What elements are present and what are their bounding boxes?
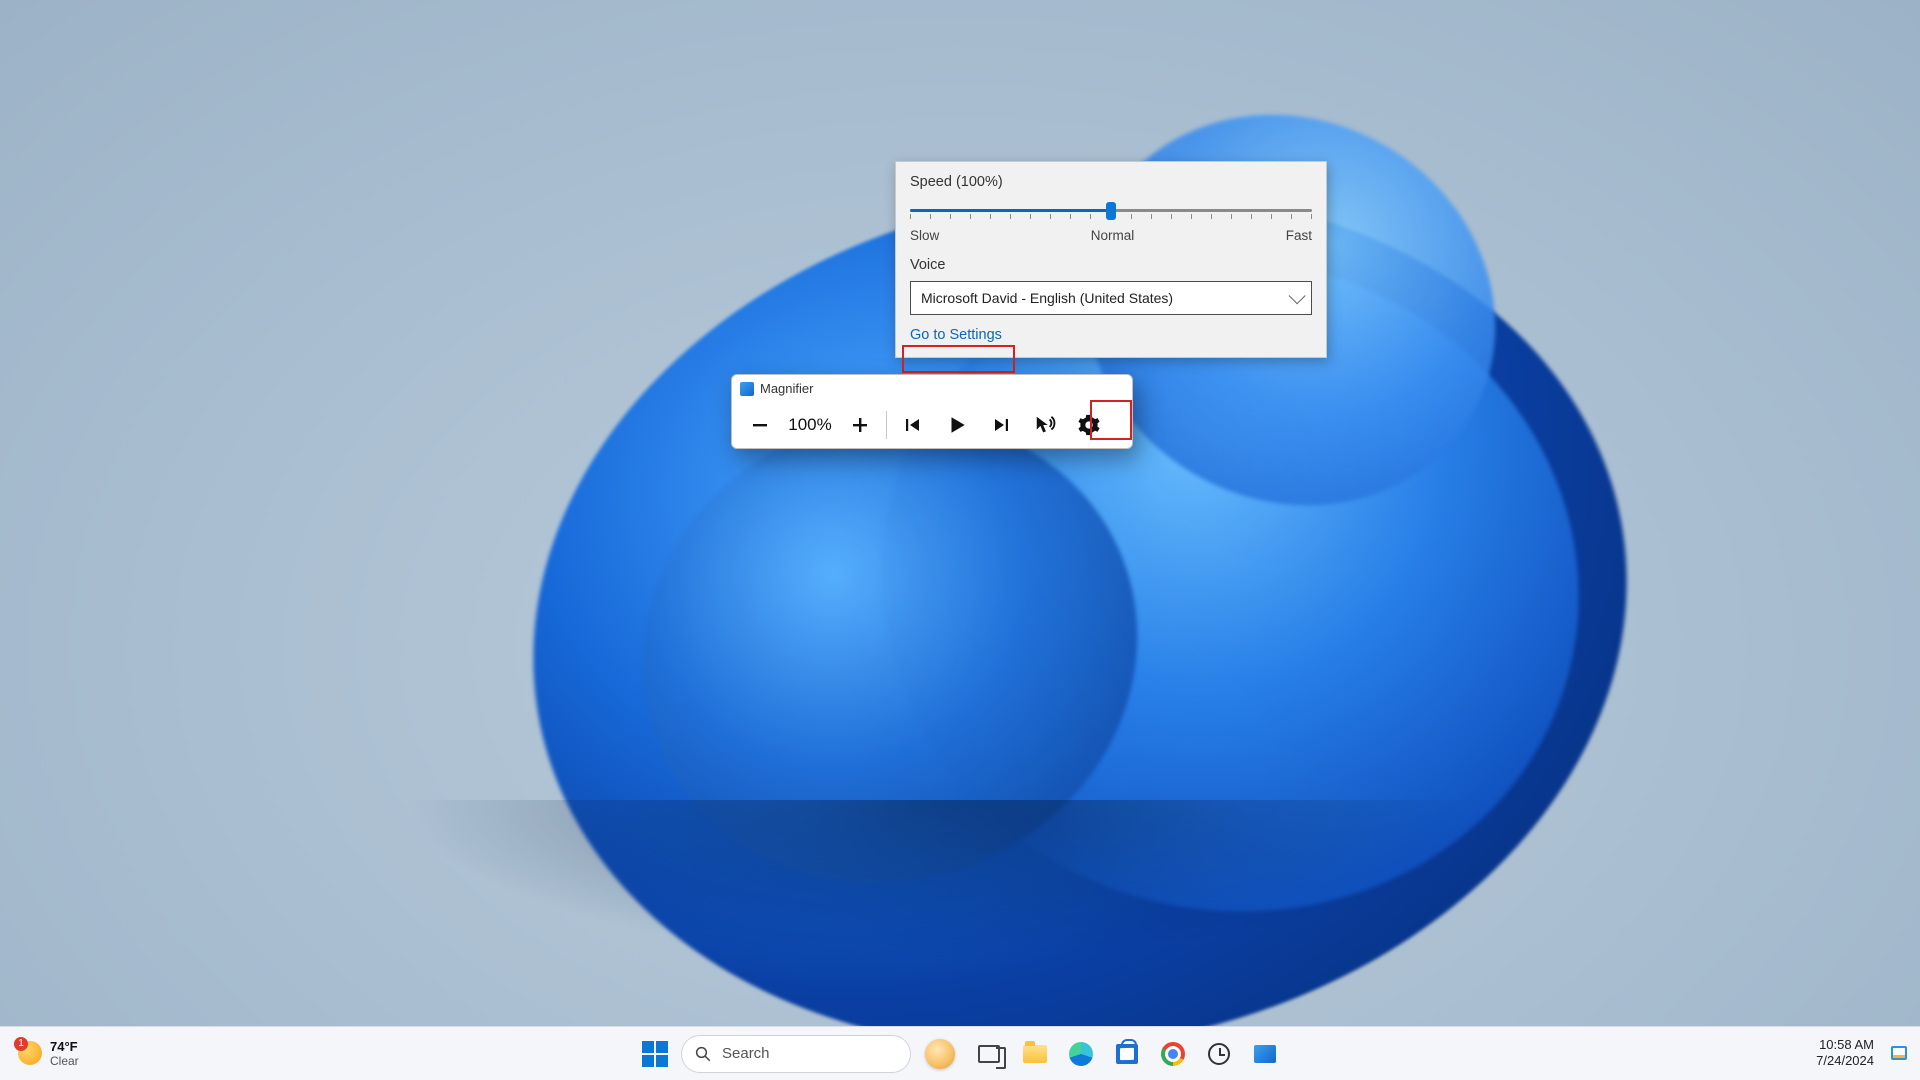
- magnifier-title: Magnifier: [760, 381, 813, 396]
- magnifier-taskbar-icon: [1254, 1045, 1276, 1063]
- magnifier-icon: [740, 382, 754, 396]
- chevron-down-icon: [1289, 287, 1306, 304]
- previous-sentence-button[interactable]: [891, 405, 935, 445]
- taskbar: 1 74°F Clear Search 10:58 AM 7/24/2024: [0, 1026, 1920, 1080]
- magnifier-titlebar[interactable]: Magnifier: [732, 375, 1132, 399]
- taskbar-clock[interactable]: 10:58 AM 7/24/2024: [1816, 1037, 1874, 1070]
- zoom-value: 100%: [782, 415, 838, 435]
- taskbar-task-view[interactable]: [969, 1034, 1009, 1074]
- edge-icon: [1069, 1042, 1093, 1066]
- taskbar-clock-app[interactable]: [1199, 1034, 1239, 1074]
- settings-button[interactable]: [1067, 405, 1111, 445]
- task-view-icon: [978, 1045, 1000, 1063]
- start-button[interactable]: [635, 1034, 675, 1074]
- skip-previous-icon: [903, 415, 923, 435]
- play-icon: [946, 414, 968, 436]
- taskbar-edge[interactable]: [1061, 1034, 1101, 1074]
- speed-slider-min-label: Slow: [910, 228, 939, 243]
- chrome-icon: [1161, 1042, 1185, 1066]
- magnifier-settings-popup: Speed (100%) Slow Normal Fast Voice Micr…: [895, 161, 1327, 358]
- voice-select-value: Microsoft David - English (United States…: [921, 290, 1173, 306]
- skip-next-icon: [991, 415, 1011, 435]
- magnifier-window[interactable]: Magnifier 100%: [731, 374, 1133, 449]
- taskbar-search-highlight[interactable]: [917, 1035, 963, 1073]
- taskbar-weather-widget[interactable]: 1 74°F Clear: [10, 1035, 87, 1072]
- minus-icon: [750, 415, 770, 435]
- taskbar-magnifier[interactable]: [1245, 1034, 1285, 1074]
- speed-slider-mid-label: Normal: [1091, 228, 1135, 243]
- taskbar-microsoft-store[interactable]: [1107, 1034, 1147, 1074]
- weather-icon: 1: [18, 1041, 42, 1065]
- zoom-in-button[interactable]: [838, 405, 882, 445]
- taskbar-date: 7/24/2024: [1816, 1053, 1874, 1069]
- search-highlight-icon: [925, 1039, 955, 1069]
- cursor-sound-icon: [1034, 414, 1056, 436]
- tray-generic-icon: [1889, 1043, 1909, 1063]
- weather-cond: Clear: [50, 1054, 79, 1068]
- next-sentence-button[interactable]: [979, 405, 1023, 445]
- search-icon: [694, 1045, 712, 1063]
- speed-slider-thumb[interactable]: [1106, 202, 1116, 220]
- voice-label: Voice: [910, 257, 1312, 273]
- taskbar-time: 10:58 AM: [1816, 1037, 1874, 1053]
- weather-temp: 74°F: [50, 1039, 79, 1054]
- read-from-here-button[interactable]: [1023, 405, 1067, 445]
- zoom-out-button[interactable]: [738, 405, 782, 445]
- speed-slider-max-label: Fast: [1286, 228, 1312, 243]
- speed-slider[interactable]: [910, 200, 1312, 222]
- taskbar-file-explorer[interactable]: [1015, 1034, 1055, 1074]
- store-icon: [1116, 1044, 1138, 1064]
- taskbar-search-placeholder: Search: [722, 1045, 770, 1062]
- gear-icon: [1078, 414, 1100, 436]
- clock-icon: [1208, 1043, 1230, 1065]
- taskbar-search[interactable]: Search: [681, 1035, 911, 1073]
- voice-select[interactable]: Microsoft David - English (United States…: [910, 281, 1312, 315]
- windows-logo-icon: [642, 1041, 668, 1067]
- weather-badge: 1: [14, 1037, 28, 1051]
- tray-app-icon[interactable]: [1888, 1042, 1910, 1064]
- speed-label: Speed (100%): [910, 174, 1312, 190]
- play-button[interactable]: [935, 405, 979, 445]
- plus-icon: [850, 415, 870, 435]
- taskbar-chrome[interactable]: [1153, 1034, 1193, 1074]
- go-to-settings-link[interactable]: Go to Settings: [910, 327, 1002, 343]
- file-explorer-icon: [1023, 1045, 1047, 1063]
- divider: [886, 411, 887, 439]
